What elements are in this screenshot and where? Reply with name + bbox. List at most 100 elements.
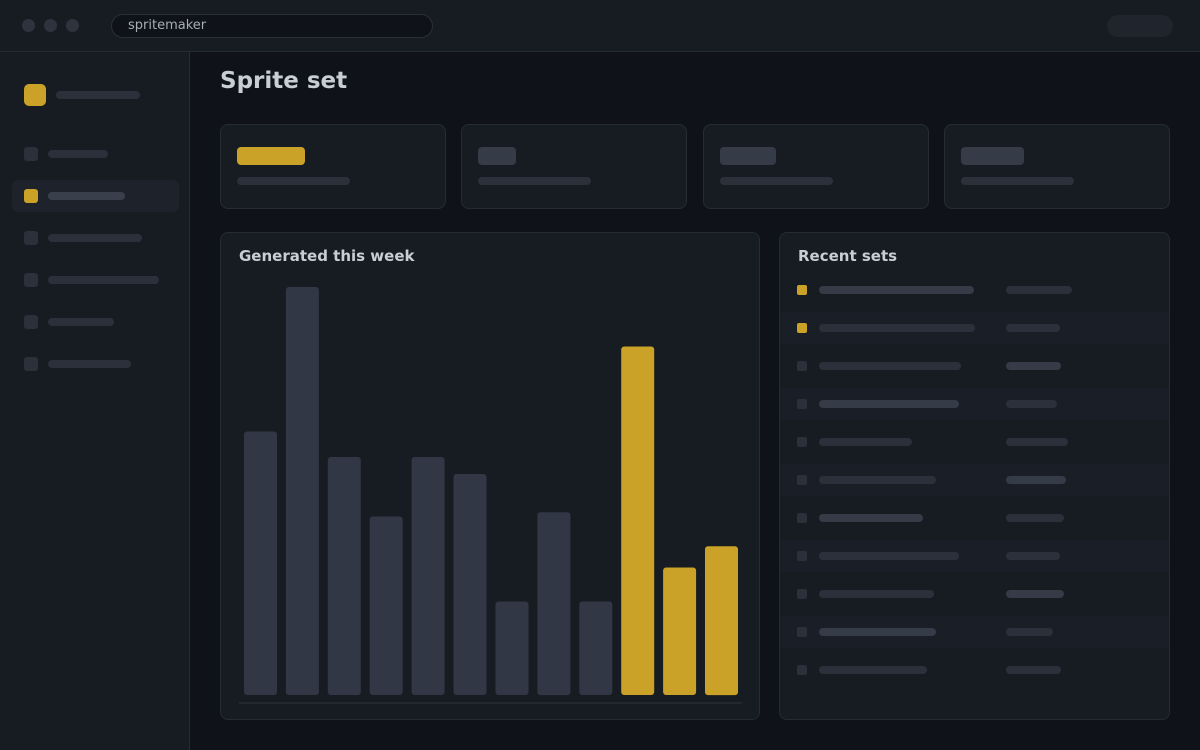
row-marker-icon <box>797 285 807 295</box>
stat-card-1[interactable] <box>220 124 446 209</box>
row-marker-icon <box>797 323 807 333</box>
sidebar-item-label <box>48 360 131 368</box>
sidebar-item-label <box>48 192 125 200</box>
row-meta <box>1006 628 1053 636</box>
recent-sets-title: Recent sets <box>798 247 898 265</box>
row-marker-icon <box>797 437 807 447</box>
app-logo-icon <box>24 84 46 106</box>
sidebar-item-1[interactable] <box>12 138 179 170</box>
row-name <box>819 552 959 560</box>
page-title: Sprite set <box>220 68 348 94</box>
list-item[interactable] <box>780 350 1169 382</box>
sidebar-item-label <box>48 150 108 158</box>
sidebar-item-4[interactable] <box>12 264 179 296</box>
recent-sets-panel: Recent sets <box>779 232 1170 720</box>
sidebar-item-3[interactable] <box>12 222 179 254</box>
bar-chart <box>239 287 742 704</box>
row-name <box>819 628 936 636</box>
sidebar-item-label <box>48 234 142 242</box>
row-meta <box>1006 590 1064 598</box>
stat-value <box>237 147 305 165</box>
chart-bar-6[interactable] <box>453 474 487 695</box>
row-marker-icon <box>797 399 807 409</box>
row-marker-icon <box>797 589 807 599</box>
stat-card-4[interactable] <box>944 124 1170 209</box>
row-meta <box>1006 400 1057 408</box>
list-item[interactable] <box>780 426 1169 458</box>
row-meta <box>1006 552 1060 560</box>
list-item[interactable] <box>780 616 1169 648</box>
nav-icon <box>24 357 38 371</box>
sidebar-item-label <box>48 276 159 284</box>
stat-label <box>961 177 1074 185</box>
chart-bar-10[interactable] <box>621 346 655 696</box>
list-item[interactable] <box>780 654 1169 686</box>
address-bar[interactable]: spritemaker <box>111 14 433 38</box>
list-item[interactable] <box>780 388 1169 420</box>
list-item[interactable] <box>780 502 1169 534</box>
row-marker-icon <box>797 513 807 523</box>
sidebar-item-label <box>48 318 114 326</box>
row-name <box>819 286 974 294</box>
row-marker-icon <box>797 361 807 371</box>
stat-label <box>237 177 350 185</box>
sidebar <box>0 52 190 750</box>
row-name <box>819 362 961 370</box>
chart-bar-8[interactable] <box>537 512 571 696</box>
nav-icon <box>24 189 38 203</box>
nav-icon <box>24 273 38 287</box>
sidebar-item-active[interactable] <box>12 180 179 212</box>
stat-card-3[interactable] <box>703 124 929 209</box>
row-meta <box>1006 476 1066 484</box>
row-marker-icon <box>797 665 807 675</box>
chart-bar-3[interactable] <box>327 457 361 695</box>
row-meta <box>1006 286 1072 294</box>
row-name <box>819 438 912 446</box>
stat-value <box>478 147 516 165</box>
chart-bar-4[interactable] <box>369 516 403 696</box>
chart-bar-11[interactable] <box>663 567 697 696</box>
chart-bar-7[interactable] <box>495 601 529 696</box>
stat-label <box>720 177 833 185</box>
list-item[interactable] <box>780 540 1169 572</box>
window-maximize-dot[interactable] <box>66 19 79 32</box>
list-item[interactable] <box>780 274 1169 306</box>
row-name <box>819 324 975 332</box>
stat-value <box>961 147 1024 165</box>
row-meta <box>1006 324 1060 332</box>
row-marker-icon <box>797 475 807 485</box>
nav-icon <box>24 315 38 329</box>
list-item[interactable] <box>780 578 1169 610</box>
row-meta <box>1006 362 1061 370</box>
stat-value <box>720 147 776 165</box>
app-name-placeholder <box>56 91 140 99</box>
list-item[interactable] <box>780 464 1169 496</box>
row-meta <box>1006 514 1064 522</box>
chart-bar-12[interactable] <box>705 546 738 696</box>
chart-bar-5[interactable] <box>411 457 445 695</box>
nav-icon <box>24 231 38 245</box>
row-meta <box>1006 438 1068 446</box>
chart-bar-1[interactable] <box>244 431 277 696</box>
row-name <box>819 590 934 598</box>
sidebar-item-6[interactable] <box>12 348 179 380</box>
row-name <box>819 400 959 408</box>
row-name <box>819 666 927 674</box>
chart-panel: Generated this week <box>220 232 760 720</box>
chart-bar-2[interactable] <box>285 287 319 695</box>
nav-icon <box>24 147 38 161</box>
stat-label <box>478 177 591 185</box>
sidebar-item-5[interactable] <box>12 306 179 338</box>
row-meta <box>1006 666 1061 674</box>
window-minimize-dot[interactable] <box>44 19 57 32</box>
row-name <box>819 514 923 522</box>
chart-bar-9[interactable] <box>579 601 613 696</box>
account-button[interactable] <box>1107 15 1173 37</box>
row-marker-icon <box>797 551 807 561</box>
top-bar: spritemaker <box>0 0 1200 52</box>
window-close-dot[interactable] <box>22 19 35 32</box>
list-item[interactable] <box>780 312 1169 344</box>
stat-card-2[interactable] <box>461 124 687 209</box>
row-name <box>819 476 936 484</box>
row-marker-icon <box>797 627 807 637</box>
